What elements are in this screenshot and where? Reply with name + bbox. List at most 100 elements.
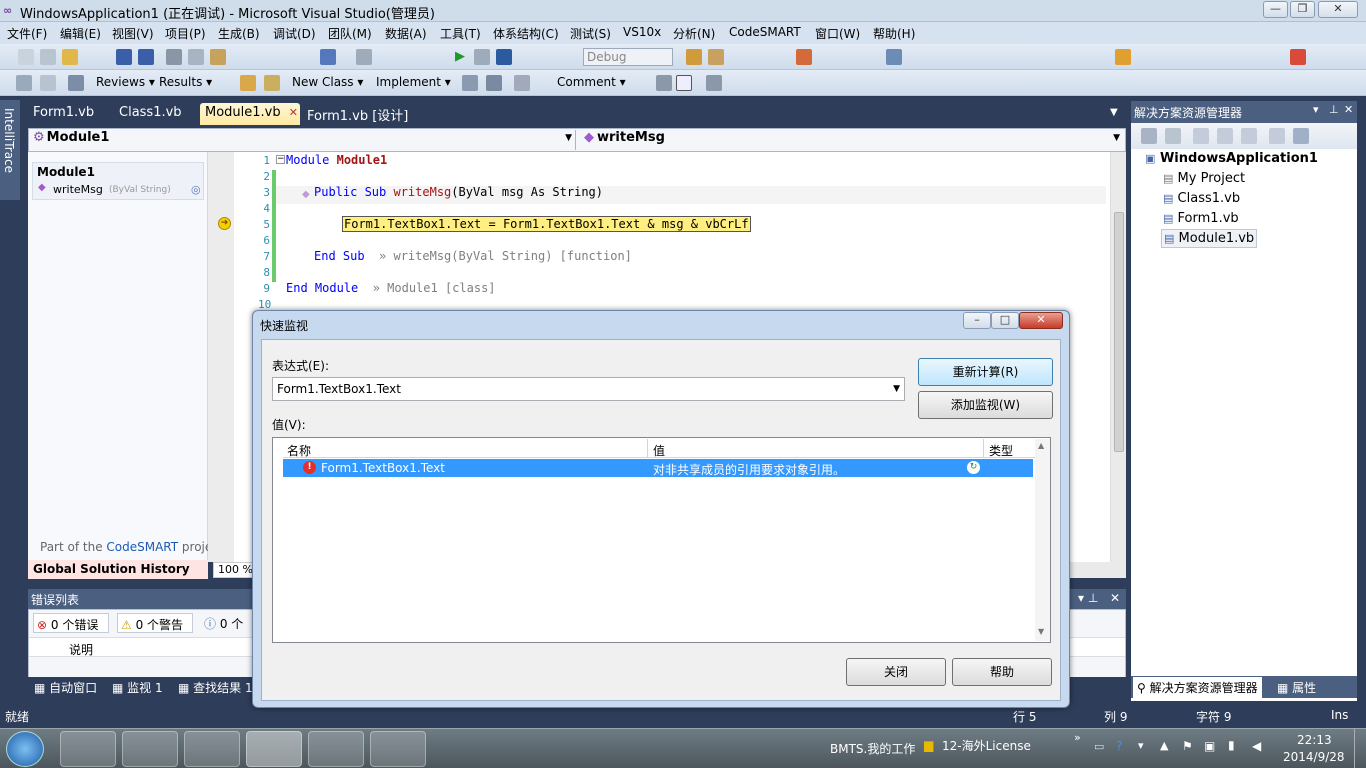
menu-project[interactable]: 项目(P) <box>165 25 206 42</box>
paste-icon[interactable] <box>210 49 226 65</box>
method-wizard-icon[interactable] <box>264 75 280 91</box>
show-hidden-icons-icon[interactable]: ▲ <box>1160 739 1168 752</box>
stop-icon[interactable] <box>496 49 512 65</box>
cmd-taskbar-icon[interactable] <box>308 731 364 767</box>
tree-item-module1[interactable]: ▤ Module1.vb <box>1161 229 1258 248</box>
pin-icon[interactable]: ⊥ <box>1329 103 1339 116</box>
properties-icon[interactable] <box>1141 128 1157 144</box>
help-button[interactable]: 帮助 <box>952 658 1052 686</box>
tree-item-class1[interactable]: ▤ Class1.vb <box>1163 191 1240 206</box>
refresh-value-icon[interactable]: ↻ <box>967 461 980 474</box>
menu-help[interactable]: 帮助(H) <box>873 25 915 42</box>
show-all-icon[interactable] <box>1165 128 1181 144</box>
menu-architecture[interactable]: 体系结构(C) <box>493 25 559 42</box>
tab-watch1[interactable]: ▦ 监视 1 <box>112 679 163 696</box>
warnings-filter[interactable]: ⚠ 0 个警告 <box>117 613 193 633</box>
show-desktop-button[interactable] <box>1354 729 1366 768</box>
maximize-button[interactable]: ❐ <box>1290 1 1315 18</box>
add-item-icon[interactable] <box>40 49 56 65</box>
tree-item-my-project[interactable]: ▤ My Project <box>1163 171 1245 186</box>
format-icon[interactable] <box>462 75 478 91</box>
type-dropdown[interactable]: ⚙ Module1 ▼ <box>31 130 576 150</box>
tray-expand-icon[interactable]: ▾ <box>1138 739 1144 752</box>
close-panel-icon[interactable]: ✕ <box>1110 591 1120 605</box>
dropdown-icon[interactable]: ▾ <box>1313 103 1319 116</box>
toolbox-icon[interactable] <box>796 49 812 65</box>
col-value[interactable]: 值 <box>653 442 665 459</box>
refresh-icon[interactable] <box>1193 128 1209 144</box>
outline-member-name[interactable]: writeMsg <box>53 183 103 196</box>
solution-config-select[interactable]: Debug <box>583 48 673 66</box>
app-taskbar-icon[interactable] <box>370 731 426 767</box>
copy-icon[interactable] <box>188 49 204 65</box>
bookmark-icon[interactable] <box>886 49 902 65</box>
toolbar-item-license[interactable]: 12-海外License <box>942 737 1031 754</box>
sort-icon[interactable] <box>486 75 502 91</box>
start-button[interactable] <box>6 731 44 767</box>
breakpoint-margin[interactable] <box>208 152 234 562</box>
tab-module1-vb[interactable]: Module1.vb ✕ <box>200 103 300 125</box>
tool-icon[interactable] <box>656 75 672 91</box>
tab-list-dropdown-icon[interactable]: ▼ <box>1110 107 1118 118</box>
vertical-scrollbar[interactable] <box>1110 152 1126 562</box>
close-panel-icon[interactable]: ✕ <box>1344 103 1353 116</box>
column-divider[interactable] <box>983 439 984 458</box>
menu-file[interactable]: 文件(F) <box>7 25 47 42</box>
close-tab-icon[interactable]: ✕ <box>289 106 298 119</box>
menu-debug[interactable]: 调试(D) <box>273 25 316 42</box>
menu-view[interactable]: 视图(V) <box>112 25 154 42</box>
global-solution-history[interactable]: Global Solution History <box>28 560 208 579</box>
comment-dropdown[interactable]: Comment ▾ <box>557 75 626 89</box>
recalculate-button[interactable]: 重新计算(R) <box>918 358 1053 386</box>
menu-tools[interactable]: 工具(T) <box>440 25 481 42</box>
column-divider[interactable] <box>647 439 648 458</box>
tree-root[interactable]: ▣ WindowsApplication1 <box>1145 151 1318 166</box>
explorer-taskbar-icon[interactable] <box>60 731 116 767</box>
menu-data[interactable]: 数据(A) <box>385 25 427 42</box>
cut-icon[interactable] <box>166 49 182 65</box>
menu-team[interactable]: 团队(M) <box>328 25 372 42</box>
pin-icon[interactable]: ▾ ⊥ <box>1078 591 1098 605</box>
menu-vs10x[interactable]: VS10x <box>623 25 661 39</box>
device-icon[interactable]: ▣ <box>1204 739 1215 753</box>
refresh-icon[interactable]: ◎ <box>191 183 201 196</box>
action-center-flag-icon[interactable]: ⚑ <box>1182 739 1193 753</box>
menu-build[interactable]: 生成(B) <box>218 25 260 42</box>
watch-row[interactable]: ! Form1.TextBox1.Text 对非共享成员的引用要求对象引用。 ↻ <box>283 459 1033 477</box>
save-icon[interactable] <box>116 49 132 65</box>
reviews-dropdown[interactable]: Reviews ▾ <box>96 75 155 89</box>
menu-window[interactable]: 窗口(W) <box>815 25 860 42</box>
settings-icon[interactable] <box>706 75 722 91</box>
extension-icon[interactable] <box>1290 49 1306 65</box>
open-file-icon[interactable] <box>62 49 78 65</box>
volume-icon[interactable]: ◀ <box>1252 739 1261 753</box>
layers-icon[interactable] <box>68 75 84 91</box>
tab-form1-vb[interactable]: Form1.vb <box>28 103 99 125</box>
menu-codesmart[interactable]: CodeSMART <box>729 25 801 39</box>
col-type[interactable]: 类型 <box>989 442 1013 459</box>
new-class-dropdown[interactable]: New Class ▾ <box>292 75 363 89</box>
close-button[interactable]: ✕ <box>1318 1 1358 18</box>
find-icon[interactable] <box>686 49 702 65</box>
col-description[interactable]: 说明 <box>69 641 93 658</box>
zoom-level[interactable]: 100 % <box>213 562 255 578</box>
collapse-icon[interactable]: − <box>276 155 285 164</box>
tab-class1-vb[interactable]: Class1.vb <box>114 103 187 125</box>
add-watch-button[interactable]: 添加监视(W) <box>918 391 1053 419</box>
intellitrace-tab[interactable]: IntelliTrace <box>0 100 20 200</box>
implement-dropdown[interactable]: Implement ▾ <box>376 75 451 89</box>
scroll-down-icon[interactable]: ▼ <box>1038 627 1044 636</box>
view-designer-icon[interactable] <box>1241 128 1257 144</box>
view-code-icon[interactable] <box>1217 128 1233 144</box>
toolbar-item-bmts[interactable]: BMTS.我的工作 <box>830 740 915 757</box>
class-diagram-icon[interactable] <box>1269 128 1285 144</box>
comment-block-icon[interactable] <box>514 75 530 91</box>
properties-icon[interactable] <box>708 49 724 65</box>
tab-find-results[interactable]: ▦ 查找结果 1 <box>178 679 253 696</box>
scroll-up-icon[interactable]: ▲ <box>1038 441 1044 450</box>
arrow-icon[interactable] <box>1115 49 1131 65</box>
col-name[interactable]: 名称 <box>287 442 311 459</box>
tree-item-form1[interactable]: ▤ Form1.vb <box>1163 211 1239 226</box>
codesmart-link[interactable]: CodeSMART <box>106 540 178 554</box>
network-icon[interactable]: ▮ <box>1228 738 1235 752</box>
